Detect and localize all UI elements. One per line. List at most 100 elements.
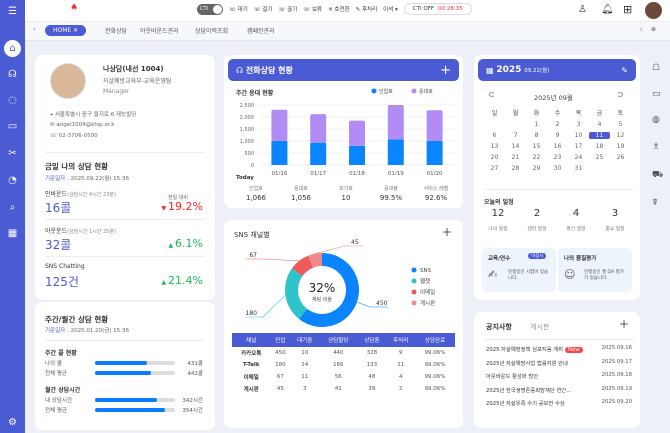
transfer-button[interactable]: ✕ 호전환 xyxy=(328,5,350,13)
calendar-day[interactable]: 8 xyxy=(526,132,547,139)
notice-item[interactable]: 2025년 자살유족 수기 공모전 수상 2025.09.20 xyxy=(486,399,632,413)
after-work-button[interactable]: ✎ 후처리 xyxy=(356,5,378,13)
call-button[interactable]: ☏ 걸기 xyxy=(254,5,273,13)
chat-bubble-icon[interactable]: ◔ xyxy=(4,172,21,189)
chat-dots-icon[interactable]: ▭ xyxy=(652,89,661,99)
calendar-day[interactable]: 26 xyxy=(610,154,631,161)
calendar-day[interactable]: 21 xyxy=(505,154,526,161)
bell-icon[interactable]: 🔔︎ xyxy=(601,4,614,15)
ambulance-icon[interactable]: ⛟ xyxy=(652,170,663,181)
calendar-day[interactable]: 20 xyxy=(484,154,505,161)
calendar-day[interactable]: 11 xyxy=(589,132,610,139)
calendar-day[interactable]: 10 xyxy=(568,132,589,139)
calendar-icon[interactable]: ▦ xyxy=(4,225,21,242)
x-tick-label: 01/17 xyxy=(310,171,326,175)
calendar-day[interactable]: 28 xyxy=(505,165,526,172)
calendar-day[interactable]: 27 xyxy=(484,165,505,172)
calendar-day[interactable]: 1 xyxy=(526,121,547,128)
edu-box[interactable]: 교육/연수 미응시 ✍ 진행중인 시험이 있습니다. xyxy=(482,248,556,292)
tab-notice[interactable]: 공지사항 xyxy=(486,322,512,332)
calendar-day[interactable]: 6 xyxy=(484,132,505,139)
calendar-day[interactable]: 19 xyxy=(610,143,631,150)
hold-button[interactable]: ☏ 보류 xyxy=(303,5,322,13)
legend-dot xyxy=(371,88,377,94)
notice-item[interactable]: 2025년 자살예방사업 법률지원 안내 2025.09.17 xyxy=(486,359,632,373)
add-icon[interactable]: + xyxy=(440,63,451,78)
edit-icon[interactable]: ✎ xyxy=(621,66,628,75)
headset-icon: ☊ xyxy=(236,65,246,75)
gear-icon[interactable]: ⚙ xyxy=(4,414,21,431)
calendar-day[interactable]: 22 xyxy=(526,154,547,161)
away-dropdown[interactable]: 이석 ▾ xyxy=(383,5,398,13)
menu-icon[interactable]: ☰ xyxy=(4,3,21,20)
schedule-count[interactable]: 12 xyxy=(480,208,516,219)
calendar-day[interactable]: 24 xyxy=(568,154,589,161)
tab-next-icon[interactable]: › xyxy=(640,26,642,33)
calendar-day[interactable]: 3 xyxy=(568,121,589,128)
tab-history[interactable]: 상담이력조회 xyxy=(195,26,228,35)
x-tick-label: 01/19 xyxy=(388,171,404,175)
agent-icon[interactable]: ♗ xyxy=(652,142,660,152)
bar-segment xyxy=(271,109,288,141)
tab-phone[interactable]: 전화상담 xyxy=(105,26,127,35)
calendar-day[interactable]: 25 xyxy=(589,154,610,161)
weekday-label: 토 xyxy=(617,110,624,117)
tab-prev-icon[interactable]: ‹ xyxy=(33,26,35,33)
schedule-count[interactable]: 2 xyxy=(519,208,555,219)
stat-label: 응대호 xyxy=(294,186,308,192)
calendar-day[interactable]: 15 xyxy=(526,143,547,150)
next-month-icon[interactable]: ⊃ xyxy=(617,90,624,99)
calendar-day[interactable]: 9 xyxy=(547,132,568,139)
x-tick-label: 01/16 xyxy=(271,171,287,175)
email: ✉ angel1004@kfsp.or.k xyxy=(50,122,115,128)
headset-icon[interactable]: ☊ xyxy=(4,66,21,83)
add-icon[interactable]: + xyxy=(619,317,629,331)
calendar-day[interactable]: 16 xyxy=(547,143,568,150)
calendar-day[interactable]: 13 xyxy=(484,143,505,150)
chat-icon[interactable]: ◌ xyxy=(4,92,21,109)
message-icon[interactable]: ◍ xyxy=(652,115,660,125)
tab-board[interactable]: 게시판 xyxy=(530,322,549,332)
today-title: 금일 나의 상담 현황 xyxy=(45,162,109,171)
avatar[interactable] xyxy=(645,2,662,19)
weekday-label: 금 xyxy=(596,110,603,117)
notice-item[interactable]: 아웃바운드 활성화 방안 2025.09.18 xyxy=(486,372,632,386)
message-icon[interactable]: ▭ xyxy=(4,118,21,135)
calendar-day[interactable]: 31 xyxy=(568,165,589,172)
leader-line xyxy=(314,245,363,254)
notice-item[interactable]: 2025년 한국생명존중희망재단 연간... 2025.09.19 xyxy=(486,386,632,400)
robot-icon[interactable]: ☖ xyxy=(652,63,660,73)
calendar-day[interactable]: 30 xyxy=(547,165,568,172)
calendar-day[interactable]: 5 xyxy=(610,121,631,128)
center-value: 32% xyxy=(309,281,336,295)
hangup-button[interactable]: ☏ 끊기 xyxy=(279,5,298,13)
schedule-count[interactable]: 3 xyxy=(597,208,633,219)
qa-box[interactable]: 나의 품질평가 ☺ 진행중인 월 QA 평가가 있습니다. xyxy=(558,248,632,292)
bar-segment xyxy=(310,114,327,143)
calendar-day[interactable]: 2 xyxy=(547,121,568,128)
notice-item[interactable]: 2025 자살예방정책 심포지움 개최 New 2025.09.16 xyxy=(486,345,632,359)
search-document-icon[interactable]: ⌕ xyxy=(4,199,21,216)
schedule-count[interactable]: 4 xyxy=(558,208,594,219)
calendar-day[interactable]: 4 xyxy=(589,121,610,128)
calendar-day[interactable]: 17 xyxy=(568,143,589,150)
calendar-day[interactable]: 14 xyxy=(505,143,526,150)
close-all-icon[interactable]: ⊗ xyxy=(651,26,656,33)
scissors-icon[interactable]: ✂ xyxy=(4,145,21,162)
user-icon[interactable]: ♙ xyxy=(578,4,587,15)
tab-campaign[interactable]: 캠페인관리 xyxy=(247,26,275,35)
care-icon[interactable]: ☤ xyxy=(652,198,658,208)
calendar-day[interactable]: 18 xyxy=(589,143,610,150)
home-icon[interactable]: ⌂ xyxy=(4,40,21,57)
tab-home[interactable]: HOME ✕ xyxy=(45,25,87,36)
calendar-day[interactable]: 29 xyxy=(526,165,547,172)
prev-month-icon[interactable]: ⊂ xyxy=(488,90,495,99)
tab-outbound[interactable]: 아웃바운드관리 xyxy=(140,26,179,35)
calendar-day[interactable]: 23 xyxy=(547,154,568,161)
cti-toggle[interactable]: CTI xyxy=(197,3,223,15)
schedule-label: 중요 일정 xyxy=(605,227,625,232)
calendar-day[interactable]: 12 xyxy=(610,132,631,139)
calendar-day[interactable]: 7 xyxy=(505,132,526,139)
apps-grid-icon[interactable]: ⊞ xyxy=(623,3,632,16)
wait-button[interactable]: ☏ 대기 xyxy=(229,5,248,13)
